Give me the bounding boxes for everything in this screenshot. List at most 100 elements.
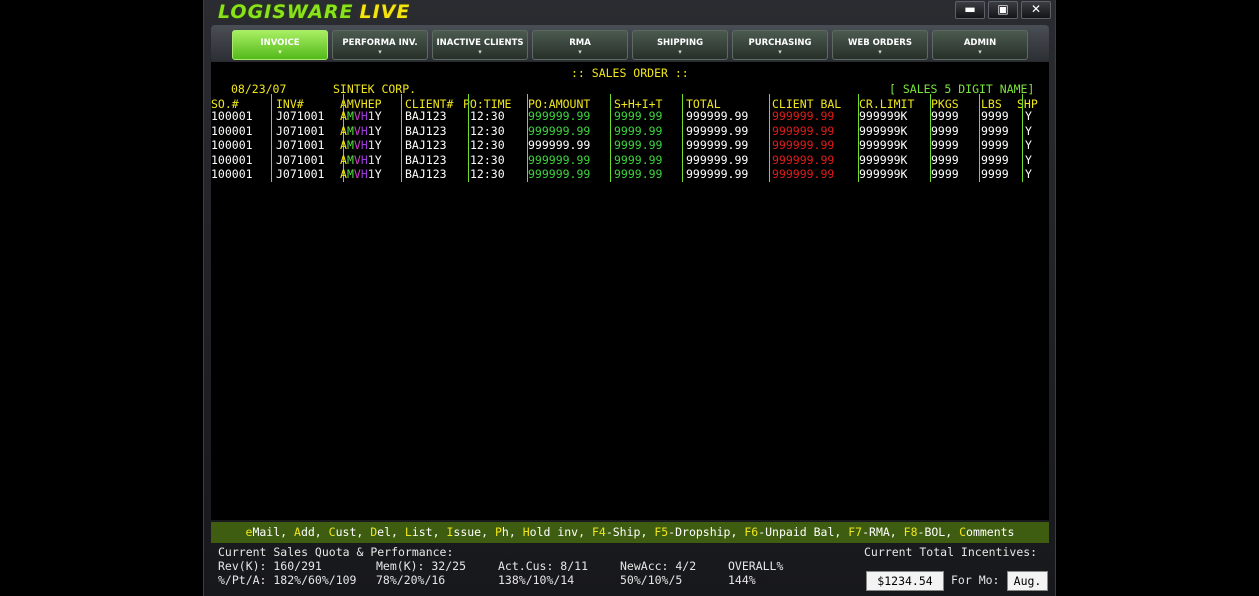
chevron-down-icon: ▾ [578, 48, 582, 56]
cell-cr-limit: 999999K [859, 167, 908, 181]
tab-label: WEB ORDERS [848, 38, 912, 48]
cell-client-bal: 999999.99 [772, 109, 835, 123]
app-logo: LOGISWARE LIVE [218, 1, 410, 23]
tab-invoice[interactable]: INVOICE ▾ [232, 30, 328, 60]
function-key-item[interactable]: Comments [959, 525, 1014, 539]
function-key-item[interactable]: F4-Ship [592, 525, 640, 539]
function-key-label: omments [966, 525, 1015, 539]
tab-admin[interactable]: ADMIN ▾ [932, 30, 1028, 60]
function-key-label: ssue [453, 525, 482, 539]
cell-flags: AMVH1Y [340, 109, 382, 123]
function-key-item[interactable]: F6-Unpaid Bal [744, 525, 834, 539]
flag-char: M [346, 123, 354, 138]
cell-total: 999999.99 [686, 138, 749, 152]
quota-title: Current Sales Quota & Performance: [218, 545, 454, 559]
revenue-pct: %/Pt/A: 182%/60%/109 [218, 573, 357, 587]
overall-label: OVERALL% [728, 559, 784, 573]
title-bar: LOGISWARE LIVE ▬ ▣ ✕ [204, 0, 1055, 24]
cell-total: 999999.99 [686, 123, 749, 138]
function-key-hotkey: A [294, 525, 301, 539]
cell-flags: AMVH1Y [340, 124, 382, 138]
function-key-hotkey: C [328, 525, 336, 539]
cell-po-amount: 999999.99 [528, 167, 591, 181]
tab-shipping[interactable]: SHIPPING ▾ [632, 30, 728, 60]
cell-total: 999999.99 [686, 152, 749, 167]
flag-char: V [353, 109, 361, 123]
function-key-item[interactable]: Cust [329, 525, 357, 539]
flag-char: A [340, 109, 347, 123]
function-key-item[interactable]: Del [370, 525, 391, 539]
tab-performa-inv[interactable]: PERFORMA INV. ▾ [332, 30, 428, 60]
page-title: :: SALES ORDER :: [571, 66, 689, 80]
function-key-label: ust [335, 525, 357, 539]
tab-web-orders[interactable]: WEB ORDERS ▾ [832, 30, 928, 60]
cell-inv: J071001 [276, 123, 325, 138]
flag-char: H [360, 138, 368, 152]
month-select[interactable]: Aug. [1007, 571, 1048, 591]
cell-so: 100001 [211, 152, 253, 167]
cell-client: BAJ123 [405, 152, 447, 167]
function-key-item[interactable]: List [405, 525, 433, 539]
minimize-button[interactable]: ▬ [955, 1, 985, 19]
membership-pct: 78%/20%/16 [376, 573, 446, 587]
function-key-item[interactable]: F8-BOL [904, 525, 946, 539]
chevron-down-icon: ▾ [278, 48, 282, 56]
chevron-down-icon: ▾ [678, 48, 682, 56]
incentive-value-field[interactable]: $1234.54 [866, 571, 944, 591]
function-key-item[interactable]: Issue [446, 525, 481, 539]
function-key-hotkey: F5 [654, 525, 669, 539]
column-divider [401, 94, 402, 182]
cell-shp: Y [1025, 123, 1032, 138]
function-key-label: -BOL [917, 525, 946, 539]
function-key-label: -Unpaid Bal [758, 525, 835, 539]
function-key-bar: eMail, Add, Cust, Del, List, Issue, Ph, … [211, 522, 1049, 543]
function-key-label: h [501, 525, 509, 539]
function-key-label: -Dropship [668, 525, 731, 539]
function-key-item[interactable]: eMail [246, 525, 281, 539]
cell-lbs: 9999 [981, 152, 1009, 167]
function-key-item[interactable]: Ph [495, 525, 509, 539]
cell-shp: Y [1025, 152, 1032, 167]
function-key-label: -RMA [862, 525, 890, 539]
column-divider [271, 94, 272, 182]
cell-time: 12:30 [470, 123, 505, 138]
function-key-item[interactable]: F5-Dropship [654, 525, 730, 539]
function-key-hotkey: P [494, 525, 502, 539]
for-month-label: For Mo: [951, 573, 1000, 587]
function-key-label: -Ship [605, 525, 641, 539]
cell-lbs: 9999 [981, 109, 1009, 123]
cell-pkgs: 9999 [931, 167, 959, 181]
tab-inactive-clients[interactable]: INACTIVE CLIENTS ▾ [432, 30, 528, 60]
cell-flags: AMVH1Y [340, 167, 382, 181]
tab-purchasing[interactable]: PURCHASING ▾ [732, 30, 828, 60]
tab-label: PERFORMA INV. [342, 38, 418, 48]
function-key-item[interactable]: Hold inv [523, 525, 578, 539]
close-button[interactable]: ✕ [1021, 1, 1051, 19]
tab-label: INVOICE [260, 38, 300, 48]
cell-cr-limit: 999999K [859, 109, 908, 123]
column-divider [610, 94, 611, 182]
column-divider [682, 94, 683, 182]
cell-shp: Y [1025, 138, 1032, 152]
cell-client: BAJ123 [405, 138, 447, 152]
cell-shit: 9999.99 [614, 123, 663, 138]
status-panel: Current Sales Quota & Performance: Curre… [211, 544, 1049, 594]
flag-char: Y [374, 109, 382, 123]
logo-live-text: LIVE [359, 1, 411, 23]
flag-char: A [340, 123, 347, 138]
column-divider [769, 94, 770, 182]
cell-cr-limit: 999999K [859, 138, 908, 152]
tab-rma[interactable]: RMA ▾ [532, 30, 628, 60]
maximize-button[interactable]: ▣ [988, 1, 1018, 19]
cell-shp: Y [1025, 109, 1032, 123]
tab-label: ADMIN [963, 38, 997, 48]
function-key-item[interactable]: F7-RMA [848, 525, 890, 539]
cell-time: 12:30 [470, 167, 505, 181]
function-key-item[interactable]: Add [294, 525, 315, 539]
cell-cr-limit: 999999K [859, 123, 908, 138]
cell-client-bal: 999999.99 [772, 152, 835, 167]
flag-char: Y [374, 152, 382, 167]
cell-inv: J071001 [276, 167, 325, 181]
new-accounts-pct: 50%/10%/5 [620, 573, 683, 587]
function-key-hotkey: H [522, 525, 530, 539]
